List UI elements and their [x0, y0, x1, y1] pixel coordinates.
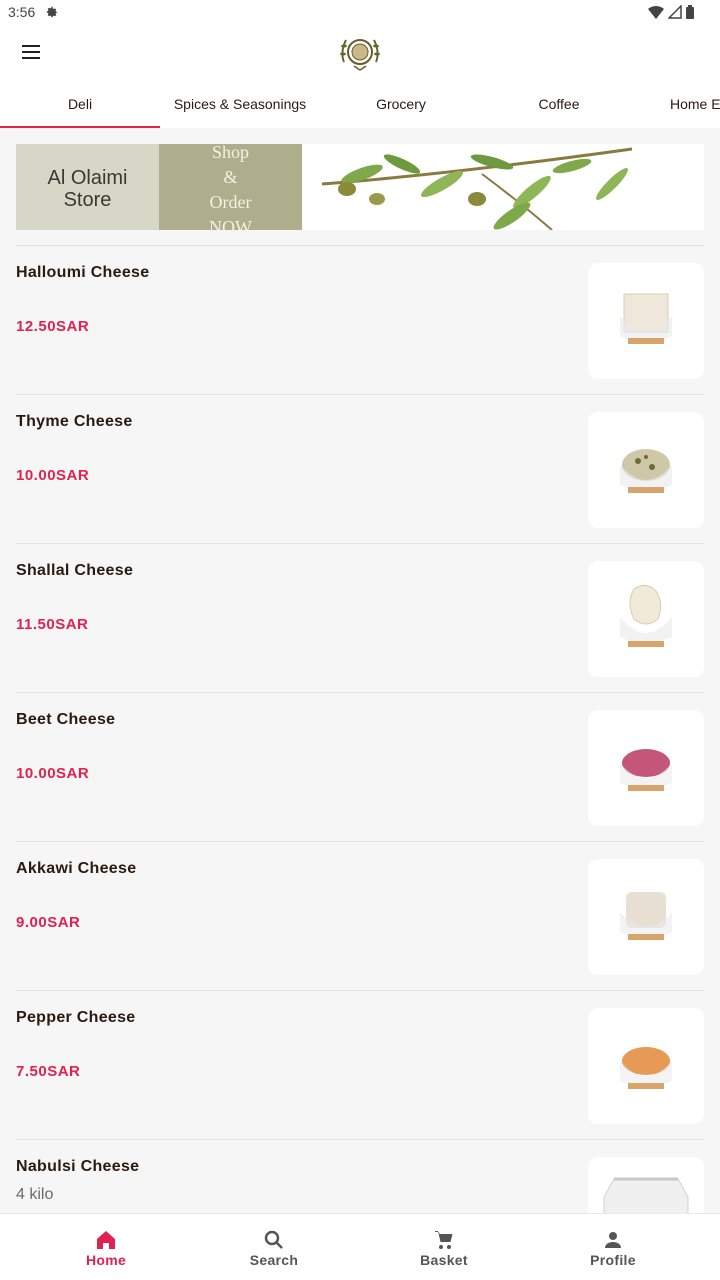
- banner-store-line2: Store: [63, 189, 112, 211]
- olive-wreath-logo: [340, 39, 380, 71]
- nav-home[interactable]: Home: [46, 1214, 166, 1280]
- product-price: 12.50SAR: [16, 318, 90, 335]
- status-icons: [648, 5, 694, 19]
- tab-spices-seasonings[interactable]: Spices & Seasonings: [160, 80, 320, 128]
- product-name: Beet Cheese: [16, 711, 116, 728]
- akkawi-cheese-image[interactable]: [588, 859, 704, 975]
- banner-cta-line2: &: [223, 167, 238, 187]
- banner-cta: Shop & Order NOW: [159, 144, 302, 230]
- settings-gear-icon: [47, 6, 58, 18]
- tab-grocery[interactable]: Grocery: [320, 80, 482, 128]
- banner-store-name: Al Olaimi Store: [16, 144, 159, 230]
- wifi-icon: [648, 6, 664, 19]
- nav-search[interactable]: Search: [214, 1214, 334, 1280]
- thyme-cheese-image[interactable]: [588, 412, 704, 528]
- pepper-cheese-image[interactable]: [588, 1008, 704, 1124]
- cell-signal-icon: [668, 5, 682, 19]
- category-tabs: Deli Spices & Seasonings Grocery Coffee …: [0, 80, 720, 128]
- app-bar: [0, 24, 720, 80]
- nav-basket-label: Basket: [420, 1252, 468, 1268]
- product-item[interactable]: Beet Cheese 10.00SAR: [0, 693, 720, 842]
- banner-store-line1: Al Olaimi: [47, 167, 128, 189]
- product-price: 9.00SAR: [16, 914, 81, 931]
- banner-cta-line1: Shop: [211, 144, 249, 162]
- product-price: 7.50SAR: [16, 1063, 81, 1080]
- product-subtitle: 4 kilo: [16, 1186, 54, 1203]
- product-name: Nabulsi Cheese: [16, 1158, 140, 1175]
- battery-icon: [686, 5, 694, 19]
- shopping-cart-icon: [435, 1231, 453, 1249]
- product-item[interactable]: Halloumi Cheese 12.50SAR: [0, 246, 720, 395]
- beet-cheese-image[interactable]: [588, 710, 704, 826]
- search-icon: [264, 1230, 283, 1249]
- menu-icon[interactable]: [16, 40, 48, 64]
- home-icon: [97, 1231, 115, 1249]
- bottom-navigation: Home Search Basket Profile: [0, 1213, 720, 1280]
- banner-cta-line4: NOW: [209, 217, 252, 230]
- tab-home-essentials[interactable]: Home Essentials: [670, 80, 720, 128]
- nav-profile-label: Profile: [590, 1252, 636, 1268]
- product-price: 10.00SAR: [16, 467, 90, 484]
- tab-deli[interactable]: Deli: [0, 80, 160, 128]
- nav-search-label: Search: [249, 1252, 299, 1268]
- product-name: Shallal Cheese: [16, 562, 134, 579]
- product-price: 10.00SAR: [16, 765, 90, 782]
- product-item[interactable]: Akkawi Cheese 9.00SAR: [0, 842, 720, 991]
- product-item[interactable]: Pepper Cheese 7.50SAR: [0, 991, 720, 1140]
- product-item[interactable]: Thyme Cheese 10.00SAR: [0, 395, 720, 544]
- product-name: Akkawi Cheese: [16, 860, 137, 877]
- product-name: Thyme Cheese: [16, 413, 133, 430]
- product-item[interactable]: Shallal Cheese 11.50SAR: [0, 544, 720, 693]
- banner-cta-line3: Order: [209, 192, 252, 212]
- nav-home-label: Home: [85, 1252, 127, 1268]
- product-name: Pepper Cheese: [16, 1009, 136, 1026]
- product-price: 11.50SAR: [16, 616, 89, 633]
- status-time: 3:56: [8, 4, 36, 20]
- nav-basket[interactable]: Basket: [384, 1214, 504, 1280]
- person-icon: [605, 1232, 621, 1248]
- product-name: Halloumi Cheese: [16, 264, 150, 281]
- status-bar: 3:56: [0, 0, 720, 24]
- tab-coffee[interactable]: Coffee: [478, 80, 640, 128]
- shallal-cheese-image[interactable]: [588, 561, 704, 677]
- nav-profile[interactable]: Profile: [553, 1214, 673, 1280]
- promo-banner[interactable]: Al Olaimi Store Shop & Order NOW: [16, 144, 704, 230]
- olive-branch-image: [302, 144, 704, 230]
- halloumi-cheese-image[interactable]: [588, 263, 704, 379]
